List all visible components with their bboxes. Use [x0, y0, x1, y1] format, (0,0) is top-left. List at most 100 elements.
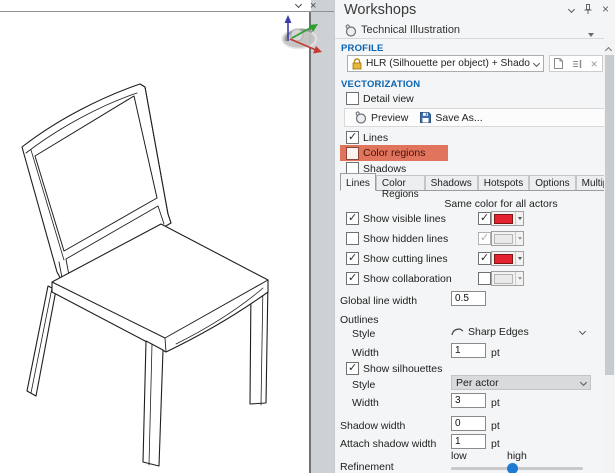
workshop-selector[interactable]: Technical Illustration [335, 21, 604, 39]
global-line-width-input[interactable] [451, 291, 486, 306]
delete-profile-icon[interactable]: × [591, 59, 598, 69]
composer-window: × Workshops × [0, 0, 615, 473]
cutting-color-swatch[interactable] [491, 251, 524, 266]
visible-color-dropdown-icon[interactable] [518, 217, 522, 220]
preview-label: Preview [371, 112, 408, 124]
show-cutting-lines-label: Show cutting lines [363, 253, 448, 265]
show-hidden-lines-row[interactable]: Show hidden lines [346, 232, 448, 245]
workshop-name: Technical Illustration [361, 24, 460, 36]
rename-profile-icon[interactable] [572, 59, 582, 69]
sharp-edges-icon [451, 327, 464, 337]
show-silhouettes-checkbox[interactable] [346, 362, 359, 375]
scrollbar-up-icon[interactable] [605, 47, 612, 54]
shadow-width-unit: pt [491, 420, 500, 432]
pane-divider[interactable] [309, 11, 311, 473]
tab-shadows[interactable]: Shadows [425, 175, 478, 190]
show-hidden-lines-checkbox[interactable] [346, 232, 359, 245]
visible-color-swatch[interactable] [491, 211, 524, 226]
profile-combobox[interactable]: HLR (Silhouette per object) + Shadows [347, 55, 544, 72]
show-visible-lines-label: Show visible lines [363, 213, 446, 225]
show-collaboration-row[interactable]: Show collaboration [346, 272, 452, 285]
collaboration-color-dropdown-icon [518, 277, 522, 280]
show-collaboration-checkbox[interactable] [346, 272, 359, 285]
silhouette-width-input[interactable] [451, 393, 486, 408]
silhouette-width-unit: pt [491, 397, 500, 409]
attach-shadow-width-input[interactable] [451, 434, 486, 449]
show-silhouettes-row[interactable]: Show silhouettes [346, 362, 442, 375]
tab-color-regions[interactable]: Color Regions [376, 175, 425, 190]
workshops-panel: Workshops × Technical Illustration PROFI… [334, 0, 615, 473]
collaboration-color-value [494, 274, 513, 284]
silhouette-style-value: Per actor [456, 377, 581, 389]
workshop-icon [344, 24, 357, 37]
refinement-slider[interactable] [451, 467, 583, 470]
panel-close-icon[interactable]: × [602, 4, 609, 14]
outline-style-value: Sharp Edges [468, 326, 576, 338]
pin-icon[interactable] [584, 4, 592, 14]
color-regions-label: Color regions [363, 147, 425, 159]
cutting-same-color-checkbox[interactable] [478, 252, 491, 265]
preview-button[interactable]: Preview [351, 109, 411, 126]
silhouette-style-label: Style [352, 379, 375, 391]
global-line-width-label: Global line width [340, 295, 417, 307]
hidden-color-value [494, 234, 513, 244]
preview-icon [354, 111, 367, 124]
show-cutting-lines-checkbox[interactable] [346, 252, 359, 265]
panel-title: Workshops [344, 2, 416, 18]
show-cutting-lines-row[interactable]: Show cutting lines [346, 252, 448, 265]
outline-width-unit: pt [491, 347, 500, 359]
workshop-dropdown-icon[interactable] [588, 33, 594, 37]
lines-label: Lines [363, 132, 388, 144]
detail-view-label: Detail view [363, 93, 414, 105]
collaboration-color-swatch [491, 271, 524, 286]
shadow-width-input[interactable] [451, 416, 486, 431]
outline-style-label: Style [352, 328, 375, 340]
new-profile-icon[interactable] [554, 58, 563, 69]
same-color-header: Same color for all actors [431, 198, 571, 210]
silhouette-width-label: Width [352, 397, 379, 409]
show-visible-lines-checkbox[interactable] [346, 212, 359, 225]
silhouette-style-chevron-icon[interactable] [580, 379, 587, 386]
refinement-slider-handle[interactable] [507, 463, 518, 473]
save-icon [420, 112, 431, 123]
lines-checkbox[interactable] [346, 131, 359, 144]
profile-selected-value: HLR (Silhouette per object) + Shadows [366, 58, 530, 69]
panel-menu-icon[interactable] [568, 5, 575, 12]
outline-style-dropdown[interactable]: Sharp Edges [451, 324, 591, 339]
hidden-color-dropdown-icon [518, 237, 522, 240]
attach-shadow-width-label: Attach shadow width [340, 438, 436, 450]
profile-header: PROFILE [341, 43, 384, 54]
visible-color-value [494, 214, 513, 224]
viewport-menu-icon[interactable] [295, 1, 302, 8]
3d-viewport[interactable] [0, 0, 309, 473]
collaboration-same-color-checkbox[interactable] [478, 272, 491, 285]
pane-gutter [311, 0, 334, 473]
show-visible-lines-row[interactable]: Show visible lines [346, 212, 446, 225]
refinement-high-label: high [507, 450, 527, 462]
outline-width-label: Width [352, 347, 379, 359]
outline-width-input[interactable] [451, 343, 486, 358]
refinement-low-label: low [451, 450, 467, 462]
orientation-gizmo[interactable] [276, 8, 324, 54]
save-as-button[interactable]: Save As... [417, 109, 485, 126]
color-regions-highlight[interactable]: Color regions [340, 145, 448, 161]
outlines-header: Outlines [340, 314, 379, 326]
hidden-same-color-checkbox [478, 232, 491, 245]
settings-tabbar: Lines Color Regions Shadows Hotspots Opt… [340, 173, 604, 191]
profile-dropdown-icon[interactable] [533, 60, 540, 67]
detail-view-checkbox[interactable] [346, 92, 359, 105]
lines-checkbox-row[interactable]: Lines [346, 131, 388, 144]
scrollbar-thumb[interactable] [605, 55, 614, 375]
silhouette-style-dropdown[interactable]: Per actor [451, 375, 591, 390]
tab-hotspots[interactable]: Hotspots [478, 175, 529, 190]
panel-scrollbar[interactable] [604, 40, 615, 473]
visible-same-color-checkbox[interactable] [478, 212, 491, 225]
outline-style-chevron-icon[interactable] [579, 328, 586, 335]
color-regions-checkbox[interactable] [346, 147, 359, 160]
tab-options[interactable]: Options [529, 175, 575, 190]
vectorization-toolbar: Preview Save As... [344, 108, 605, 127]
tab-lines[interactable]: Lines [340, 173, 376, 191]
cutting-color-dropdown-icon[interactable] [518, 257, 522, 260]
show-silhouettes-label: Show silhouettes [363, 363, 442, 375]
detail-view-checkbox-row[interactable]: Detail view [346, 92, 414, 105]
